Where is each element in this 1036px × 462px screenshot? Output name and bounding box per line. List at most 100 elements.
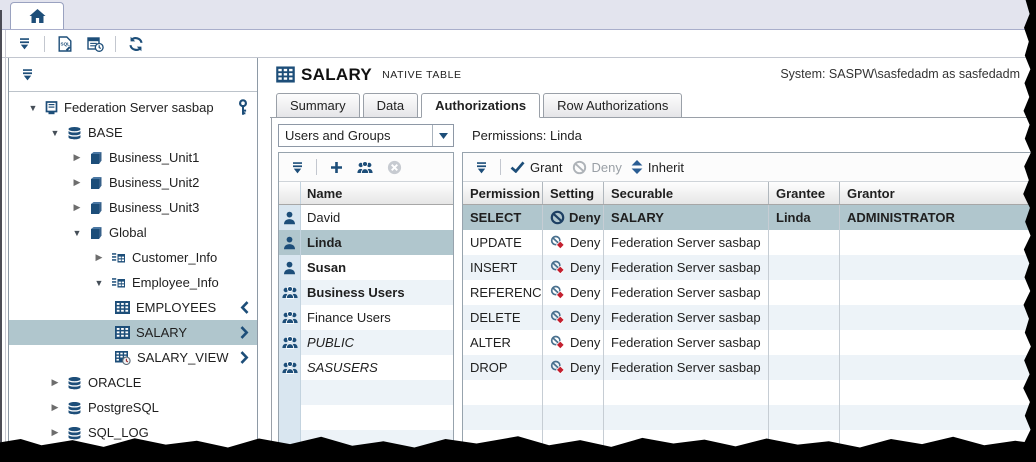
- tree-item-customer_info[interactable]: ▶Customer_Info: [9, 245, 257, 270]
- refresh-icon[interactable]: [126, 34, 146, 54]
- tree-item-business_unit3[interactable]: ▶Business_Unit3: [9, 195, 257, 220]
- perm-row-delete[interactable]: DELETEDenyFederation Server sasbap: [463, 305, 1035, 330]
- user-row-public[interactable]: PUBLIC: [279, 330, 453, 355]
- tree-item-employee_info[interactable]: ▼Employee_Info: [9, 270, 257, 295]
- home-tab[interactable]: [10, 2, 64, 29]
- perm-name-cell: INSERT: [463, 255, 543, 280]
- tree-expander-icon[interactable]: ▶: [93, 252, 105, 263]
- filter-menu-icon[interactable]: [14, 34, 34, 54]
- tree-expander-icon[interactable]: ▶: [49, 427, 61, 438]
- grant-button[interactable]: Grant: [510, 160, 563, 175]
- tree-item-salary_view[interactable]: SALARY_VIEW: [9, 345, 257, 370]
- column-header-grantor[interactable]: Grantor: [840, 182, 1035, 204]
- user-row-sasusers[interactable]: SASUSERS: [279, 355, 453, 380]
- perm-row-referenc[interactable]: REFERENC...DenyFederation Server sasbap: [463, 280, 1035, 305]
- window-left-inner-border: [5, 30, 6, 462]
- filter-menu-icon[interactable]: [287, 157, 307, 177]
- perm-name-cell: [463, 380, 543, 405]
- chevron-left-icon[interactable]: [240, 301, 249, 314]
- add-group-icon[interactable]: [355, 157, 375, 177]
- user-row-susan[interactable]: Susan: [279, 255, 453, 280]
- perm-name-cell: SELECT: [463, 205, 543, 230]
- perm-row-update[interactable]: UPDATEDenyFederation Server sasbap: [463, 230, 1035, 255]
- tree-expander-icon[interactable]: ▼: [93, 278, 105, 288]
- tree-expander-icon[interactable]: ▶: [71, 202, 83, 213]
- inherit-icon: [631, 160, 643, 174]
- tree-item-base[interactable]: ▼BASE: [9, 120, 257, 145]
- sql-icon[interactable]: SQL: [55, 34, 75, 54]
- user-row-business-users[interactable]: Business Users: [279, 280, 453, 305]
- tree-expander-icon[interactable]: ▼: [71, 228, 83, 238]
- tree-expander-icon[interactable]: ▶: [49, 377, 61, 388]
- tab-bar: SummaryDataAuthorizationsRow Authorizati…: [270, 91, 1036, 118]
- schedule-icon[interactable]: [85, 34, 105, 54]
- catalog-icon: [89, 201, 103, 215]
- column-header-securable[interactable]: Securable: [604, 182, 769, 204]
- tree-item-oracle[interactable]: ▶ORACLE: [9, 370, 257, 395]
- tree-item-employees[interactable]: EMPLOYEES: [9, 295, 257, 320]
- tab-summary[interactable]: Summary: [276, 93, 360, 118]
- perm-setting-cell: Deny: [543, 330, 604, 355]
- perm-row-select[interactable]: SELECTDenySALARYLindaADMINISTRATOR: [463, 205, 1035, 230]
- tree-expander-icon[interactable]: ▼: [27, 103, 39, 113]
- perm-grantee-cell: [769, 280, 840, 305]
- chevron-down-icon[interactable]: [432, 125, 453, 146]
- perm-row-insert[interactable]: INSERTDenyFederation Server sasbap: [463, 255, 1035, 280]
- perm-setting-cell: Deny: [543, 305, 604, 330]
- column-header-setting[interactable]: Setting: [543, 182, 604, 204]
- main-panel: SALARY NATIVE TABLE System: SASPW\sasfed…: [270, 58, 1036, 462]
- perm-grantee-cell: [769, 305, 840, 330]
- tree-expander-icon[interactable]: ▼: [49, 128, 61, 138]
- deny-disabled-icon: [572, 160, 587, 175]
- schema-icon: [111, 251, 126, 265]
- tree-item-federation-server-sasbap[interactable]: ▼Federation Server sasbap: [9, 95, 257, 120]
- tree-item-business_unit1[interactable]: ▶Business_Unit1: [9, 145, 257, 170]
- group-icon: [282, 361, 298, 374]
- inherit-button[interactable]: Inherit: [631, 160, 684, 175]
- panel-splitter[interactable]: [258, 58, 270, 462]
- perm-row-alter[interactable]: ALTERDenyFederation Server sasbap: [463, 330, 1035, 355]
- window-left-border: [0, 10, 2, 462]
- perm-grantee-cell: [769, 380, 840, 405]
- remove-icon[interactable]: [384, 157, 404, 177]
- tree-item-business_unit2[interactable]: ▶Business_Unit2: [9, 170, 257, 195]
- perm-name-cell: [463, 405, 543, 430]
- grant-label: Grant: [530, 160, 563, 175]
- add-icon[interactable]: [326, 157, 346, 177]
- object-title-bar: SALARY NATIVE TABLE System: SASPW\sasfed…: [270, 58, 1036, 91]
- perm-row-drop[interactable]: DROPDenyFederation Server sasbap: [463, 355, 1035, 380]
- user-icon-cell: [279, 405, 301, 430]
- filter-menu-icon[interactable]: [471, 157, 491, 177]
- chevron-right-icon[interactable]: [240, 326, 249, 339]
- view-selector-dropdown[interactable]: Users and Groups: [278, 124, 454, 147]
- tree-item-label: Global: [109, 225, 147, 240]
- column-header-permission[interactable]: Permission: [463, 182, 543, 204]
- tab-row-authorizations[interactable]: Row Authorizations: [543, 93, 682, 118]
- filter-menu-icon[interactable]: [21, 68, 34, 81]
- tree-expander-icon[interactable]: ▶: [49, 402, 61, 413]
- chevron-right-icon[interactable]: [240, 351, 249, 364]
- navigation-panel: ▼Federation Server sasbap▼BASE▶Business_…: [8, 58, 258, 462]
- tree-item-salary[interactable]: SALARY: [9, 320, 257, 345]
- tab-data[interactable]: Data: [363, 93, 418, 118]
- perm-name-cell: REFERENC...: [463, 280, 543, 305]
- user-row-david[interactable]: David: [279, 205, 453, 230]
- database-icon: [67, 426, 82, 440]
- grant-check-icon: [510, 161, 525, 173]
- column-header-grantee[interactable]: Grantee: [769, 182, 840, 204]
- user-name: Business Users: [301, 285, 405, 300]
- tree-expander-icon[interactable]: ▶: [71, 177, 83, 188]
- perm-securable-cell: Federation Server sasbap: [604, 305, 769, 330]
- tree-expander-icon[interactable]: ▶: [71, 152, 83, 163]
- name-column-header[interactable]: Name: [301, 186, 342, 201]
- user-row-finance-users[interactable]: Finance Users: [279, 305, 453, 330]
- tree-item-global[interactable]: ▼ Global: [9, 220, 257, 245]
- tab-authorizations[interactable]: Authorizations: [421, 93, 540, 118]
- perm-setting-cell: [543, 405, 604, 430]
- deny-button[interactable]: Deny: [572, 160, 622, 175]
- home-icon: [29, 9, 46, 23]
- perm-grantee-cell: [769, 405, 840, 430]
- app-toolbar: SQL: [0, 30, 1036, 58]
- tree-item-postgresql[interactable]: ▶PostgreSQL: [9, 395, 257, 420]
- user-row-linda[interactable]: Linda: [279, 230, 453, 255]
